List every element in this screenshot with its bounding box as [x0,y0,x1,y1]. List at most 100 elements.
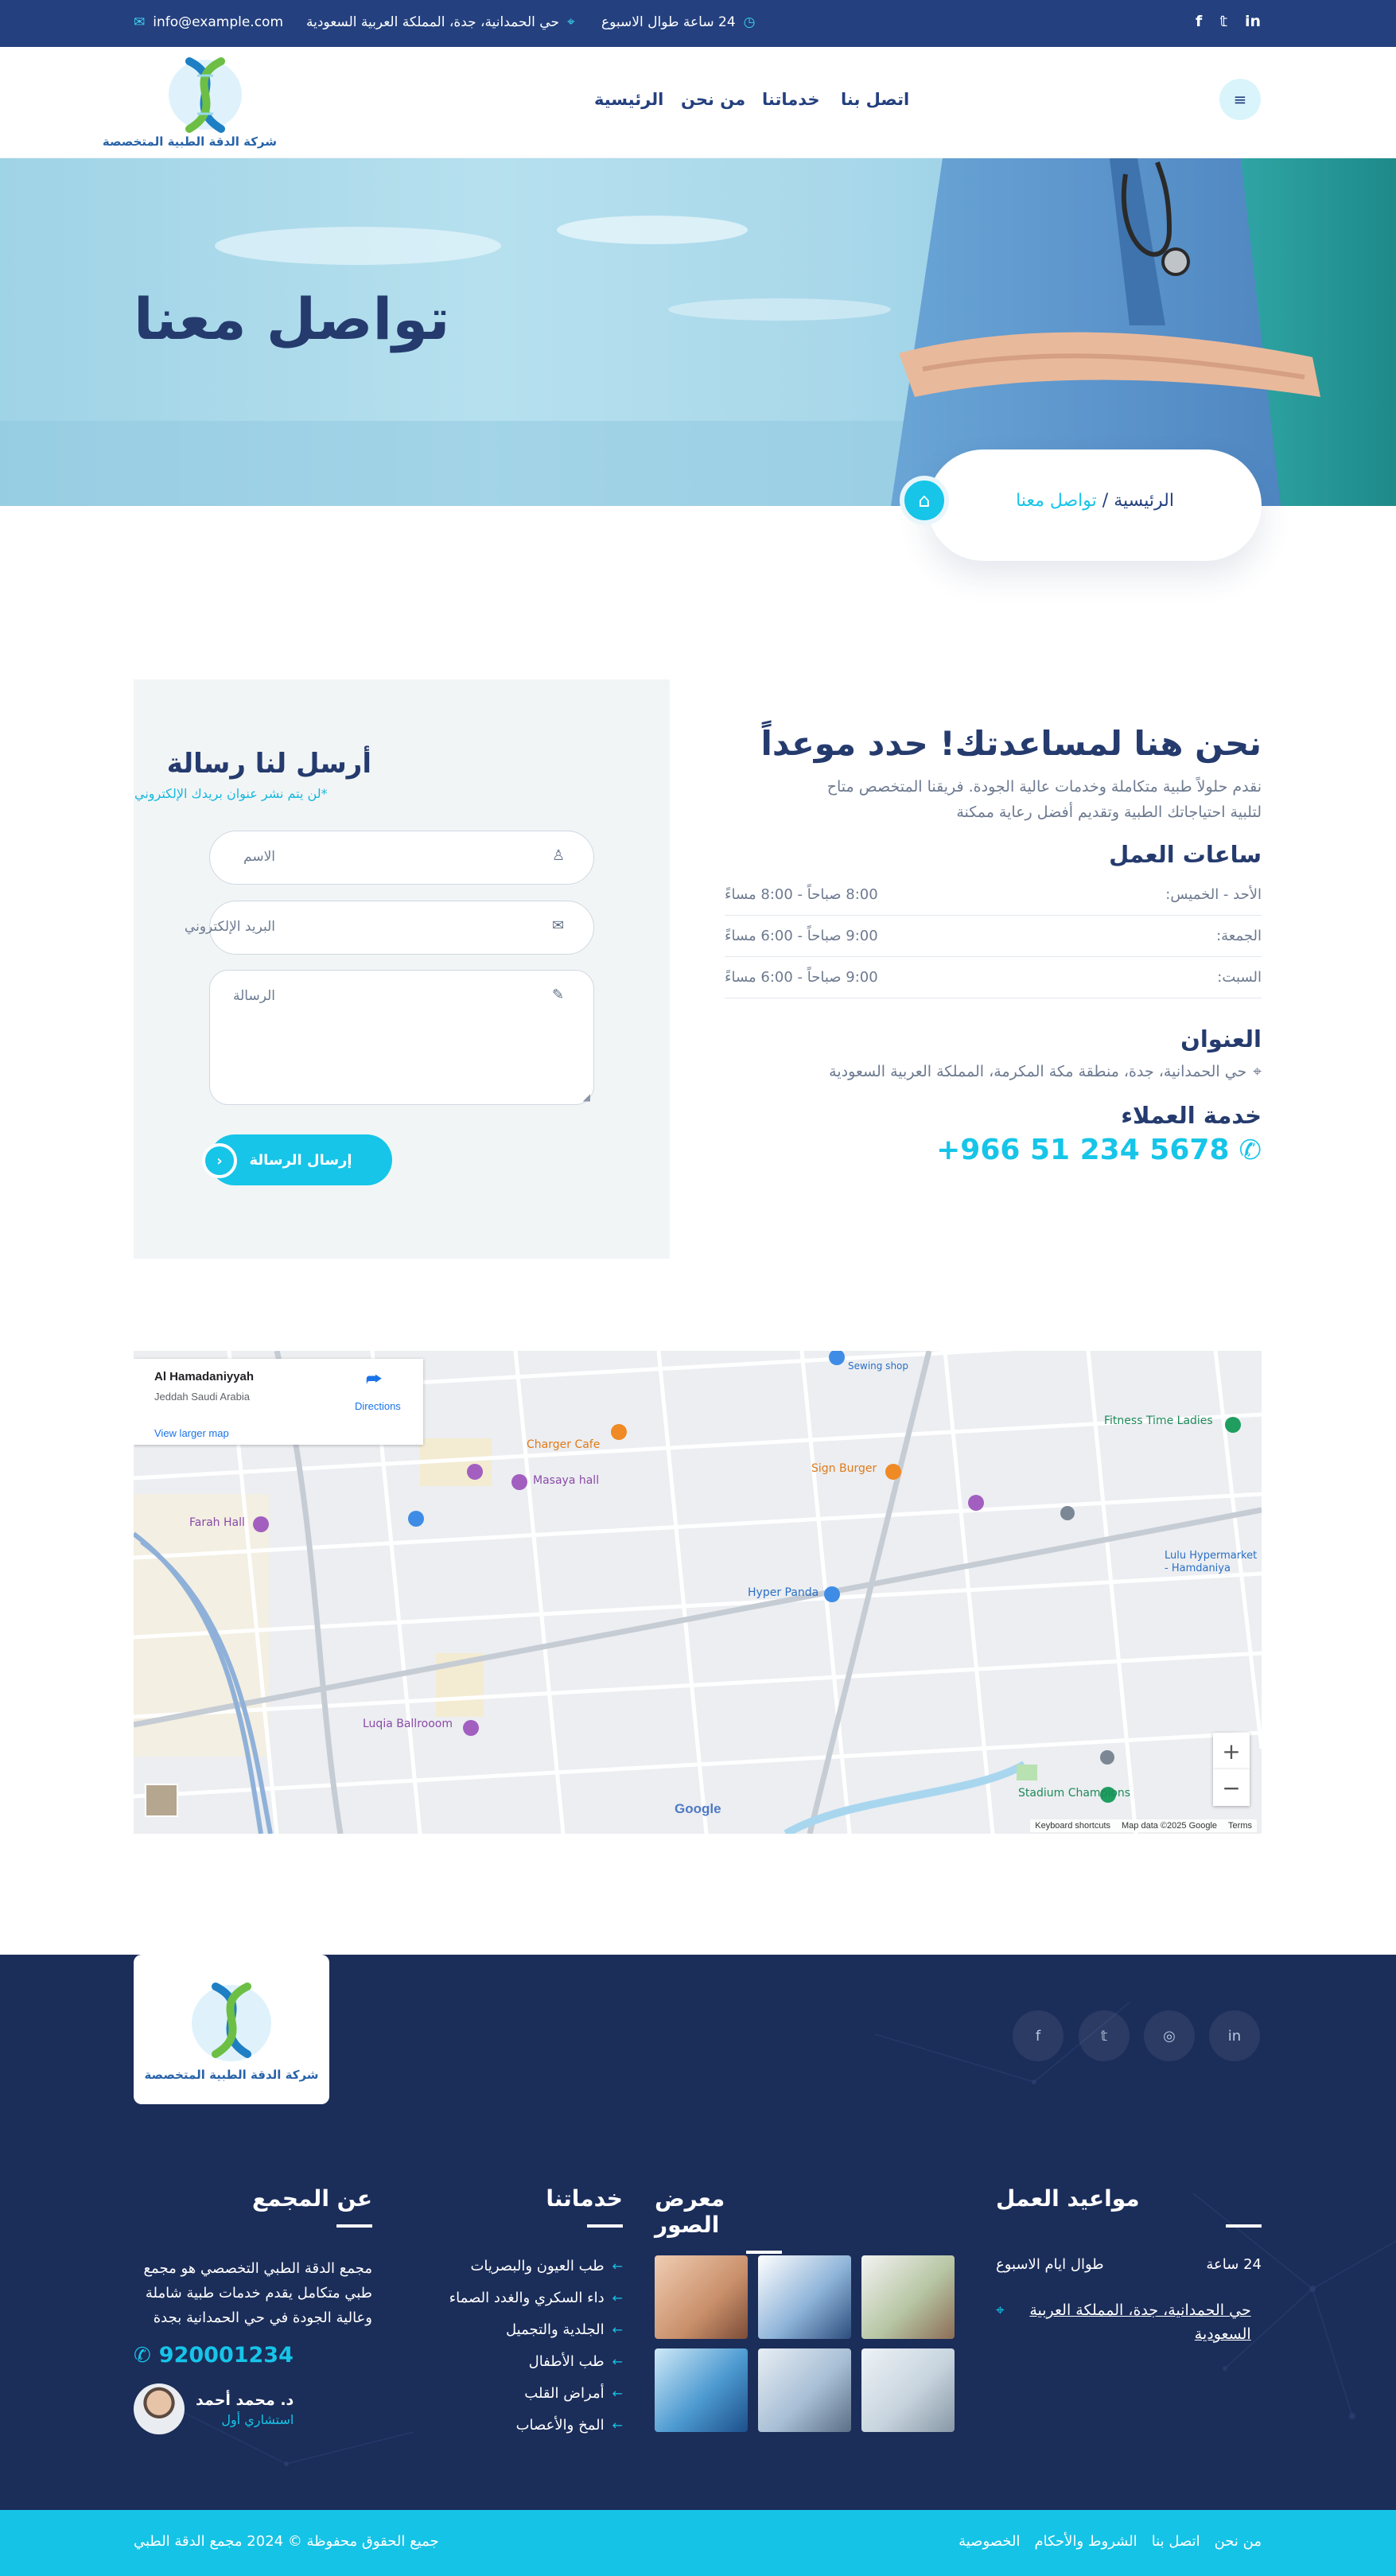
footer-address-text[interactable]: حي الحمدانية، جدة، المملكة العربية السعو… [1013,2298,1250,2346]
gallery-image[interactable] [758,2255,851,2339]
map-label[interactable]: Farah Hall [189,1516,245,1529]
page: info@example.com ✉ ⌖ حي الحمدانية، جدة، … [0,0,1396,2576]
dna-logo-icon [169,57,242,133]
home-icon[interactable]: ⌂ [900,476,949,525]
bottom-link-privacy[interactable]: الخصوصية [959,2533,1020,2550]
topbar-social: f 𝕥 in [1196,13,1261,30]
directions-icon[interactable]: ⮫ [366,1370,382,1390]
footer-heading-bar [587,2224,623,2228]
linkedin-icon[interactable]: in [1245,13,1261,30]
textarea-resize-handle[interactable]: ◢ [583,1091,590,1103]
bottom-link-contact[interactable]: اتصل بنا [1152,2533,1200,2550]
view-larger-map-link[interactable]: View larger map [154,1427,229,1439]
service-label[interactable]: المخ والأعصاب [516,2417,605,2434]
nav-services[interactable]: خدماتنا [762,90,820,109]
hours-time: 8:00 صباحاً - 8:00 مساءً [725,886,878,903]
contact-form-panel: أرسل لنا رسالة *لن يتم نشر عنوان بريدك ا… [134,679,670,1259]
terms-link[interactable]: Terms [1228,1821,1252,1831]
chevron-right-icon[interactable]: › [202,1143,237,1178]
nav-contact[interactable]: اتصل بنا [841,90,909,109]
footer-address[interactable]: حي الحمدانية، جدة، المملكة العربية السعو… [996,2298,1262,2346]
service-link[interactable]: ← طب الأطفال [440,2345,623,2377]
twitter-icon[interactable]: 𝕥 [1219,13,1227,30]
address-line: ⌖ حي الحمدانية، جدة، منطقة مكة المكرمة، … [725,1059,1262,1084]
hours-day: السبت: [1217,969,1262,986]
service-label[interactable]: الجلدية والتجميل [506,2321,605,2338]
site-header: شركة الدقة الطبية المتخصصة الرئيسية من ن… [0,47,1396,158]
google-map[interactable]: Fitness Time Ladies Sign Burger Masaya h… [134,1351,1262,1834]
bottom-link-about[interactable]: من نحن [1215,2533,1262,2550]
service-link[interactable]: ← طب العيون والبصريات [440,2250,623,2282]
service-link[interactable]: ← داء السكري والغدد الصماء [440,2282,623,2313]
footer-twitter-icon[interactable]: 𝕥 [1079,2010,1130,2061]
map-layer-thumbnail[interactable] [145,1784,178,1817]
breadcrumb-separator: / [1102,491,1109,511]
service-label[interactable]: طب الأطفال [529,2353,605,2370]
footer-phone[interactable]: ✆ 920001234 [134,2343,372,2368]
message-textarea[interactable]: ✎ الرسالة ◢ [209,970,594,1105]
map-place-name: Al Hamadaniyyah [154,1370,255,1383]
gallery-image[interactable] [655,2348,748,2432]
topbar-email-text[interactable]: info@example.com [153,14,283,30]
keyboard-shortcuts-link[interactable]: Keyboard shortcuts [1035,1821,1110,1831]
footer-instagram-icon[interactable]: ◎ [1144,2010,1195,2061]
map-label[interactable]: Fitness Time Ladies [1104,1414,1213,1427]
footer-linkedin-icon[interactable]: in [1209,2010,1260,2061]
envelope-icon: ✉ [134,14,146,30]
topbar-email[interactable]: info@example.com ✉ [134,14,283,30]
map-label[interactable]: Hyper Panda [748,1586,819,1599]
zoom-in-button[interactable]: + [1213,1733,1250,1769]
footer-logo[interactable]: شركة الدقة الطبية المتخصصة [134,1955,329,2104]
info-title: نحن هنا لمساعدتك! حدد موعداً [760,724,1262,763]
nav-about[interactable]: من نحن [681,90,745,109]
facebook-icon[interactable]: f [1196,13,1202,30]
arrow-icon: ← [612,2353,623,2369]
email-field[interactable]: ✉ البريد الإلكتروني [185,901,594,955]
hours-row: الأحد - الخميس: 8:00 صباحاً - 8:00 مساءً [725,874,1262,916]
service-link[interactable]: ← أمراض القلب [440,2377,623,2409]
arrow-icon: ← [612,2258,623,2274]
footer-hours-title: مواعيد العمل [996,2185,1140,2212]
message-placeholder: الرسالة [232,988,275,1004]
zoom-out-button[interactable]: − [1213,1769,1250,1806]
map-label[interactable]: Masaya hall [533,1474,599,1487]
gallery-image[interactable] [861,2255,955,2339]
footer-phone-number[interactable]: 920001234 [159,2343,294,2368]
nav-home[interactable]: الرئيسية [594,90,663,109]
topbar-hours: ◷ 24 ساعة طوال الاسبوع [601,14,755,30]
breadcrumb-current: تواصل معنا [1016,491,1097,511]
location-pin-icon: ⌖ [996,2302,1005,2319]
topbar-address-text: حي الحمدانية، جدة، المملكة العربية السعو… [306,14,559,30]
map-label[interactable]: Luqia Ballrooom [363,1718,453,1730]
phone-number[interactable]: +966 51 234 5678 [936,1134,1229,1166]
hours-day: الأحد - الخميس: [1165,886,1262,903]
service-link[interactable]: ← المخ والأعصاب [440,2409,623,2441]
map-label[interactable]: Sewing shop [848,1360,908,1372]
service-link[interactable]: ← الجلدية والتجميل [440,2313,623,2345]
hours-day: الجمعة: [1216,928,1262,944]
map-directions-link[interactable]: Directions [355,1400,401,1412]
phone-line[interactable]: ✆ +966 51 234 5678 [725,1134,1262,1166]
bottom-link-terms[interactable]: الشروط والأحكام [1034,2533,1137,2550]
map-label[interactable]: Stadium Champions [1018,1787,1130,1800]
footer-logo-text: شركة الدقة الطبية المتخصصة [144,2068,319,2082]
footer-heading-bar [336,2224,372,2228]
map-label[interactable]: Sign Burger [811,1462,877,1475]
footer-facebook-icon[interactable]: f [1013,2010,1064,2061]
service-label[interactable]: أمراض القلب [524,2385,604,2402]
service-label[interactable]: داء السكري والغدد الصماء [449,2290,605,2306]
name-field[interactable]: ♙ الاسم [209,831,594,885]
form-subtitle: *لن يتم نشر عنوان بريدك الإلكتروني [134,786,328,801]
map-label[interactable]: Charger Cafe [527,1438,600,1451]
phone-icon: ✆ [134,2343,151,2368]
bottom-links: من نحن اتصل بنا الشروط والأحكام الخصوصية [959,2533,1262,2550]
map-label[interactable]: Lulu Hypermarket - Hamdaniya [1165,1550,1262,1575]
footer-hours: مواعيد العمل 24 ساعة طوال ايام الاسبوع ح… [996,2185,1262,2346]
hamburger-menu-button[interactable]: ≡ [1219,79,1261,120]
gallery-image[interactable] [758,2348,851,2432]
gallery-image[interactable] [655,2255,748,2339]
breadcrumb-home[interactable]: الرئيسية [1114,491,1174,511]
site-logo[interactable]: شركة الدقة الطبية المتخصصة [103,53,277,153]
service-label[interactable]: طب العيون والبصريات [470,2258,604,2274]
gallery-image[interactable] [861,2348,955,2432]
